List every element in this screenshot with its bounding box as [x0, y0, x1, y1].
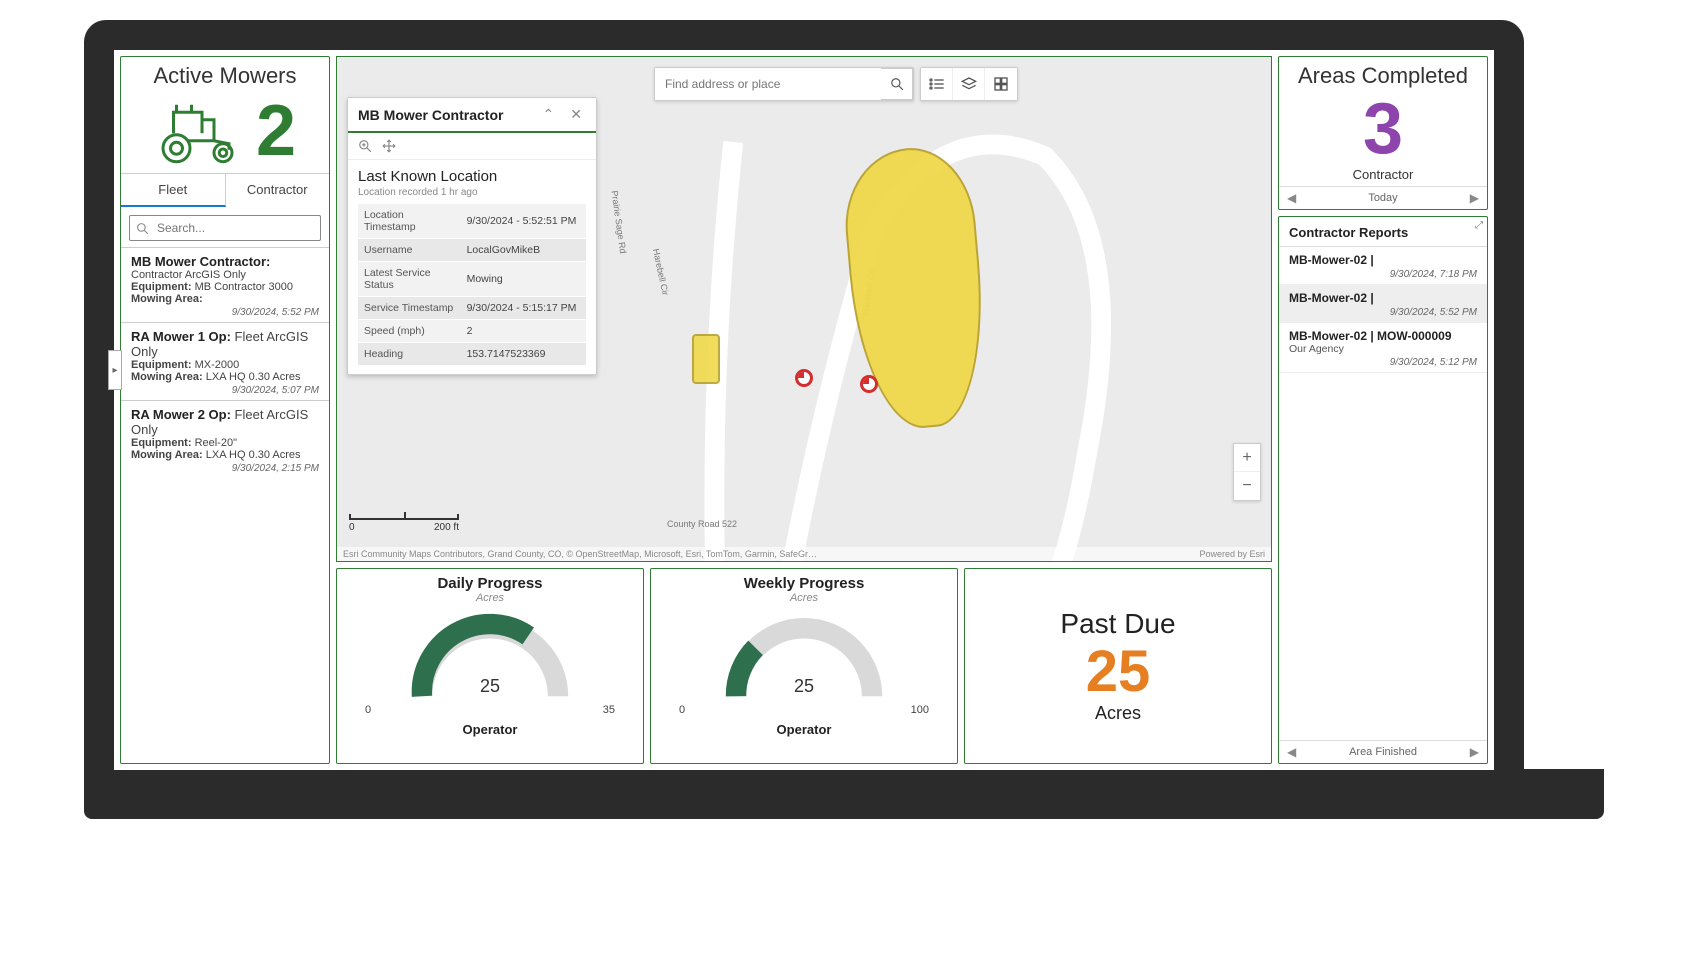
- popup-title: MB Mower Contractor: [358, 107, 531, 123]
- mower-list-item[interactable]: RA Mower 2 Op: Fleet ArcGIS Only Equipme…: [121, 400, 329, 478]
- areas-prev-icon[interactable]: ◀: [1287, 191, 1296, 205]
- expand-icon[interactable]: ⤢: [1470, 216, 1488, 234]
- daily-gauge: 25: [337, 608, 643, 708]
- past-due-panel: Past Due 25 Acres: [964, 568, 1272, 764]
- collapse-icon[interactable]: ⌃: [539, 106, 559, 123]
- reports-title: Contractor Reports: [1279, 217, 1487, 247]
- mower-list-item[interactable]: MB Mower Contractor: Contractor ArcGIS O…: [121, 247, 329, 322]
- popup-section-title: Last Known Location: [358, 168, 586, 185]
- basemap-icon[interactable]: [985, 68, 1017, 100]
- map-tool-group: [920, 67, 1018, 101]
- active-mowers-summary: 2: [121, 91, 329, 173]
- laptop-frame: Active Mowers 2: [84, 20, 1524, 770]
- road-label-county: County Road 522: [667, 519, 737, 529]
- weekly-footer: Operator: [651, 716, 957, 743]
- pan-icon[interactable]: [382, 139, 396, 153]
- side-expand-handle[interactable]: ▸: [108, 350, 122, 390]
- map-search-button[interactable]: [881, 68, 913, 100]
- tab-contractor[interactable]: Contractor: [226, 174, 330, 207]
- tractor-icon: [154, 96, 244, 166]
- active-mowers-count: 2: [256, 95, 296, 167]
- active-mowers-title: Active Mowers: [121, 57, 329, 91]
- weekly-progress-panel: Weekly Progress Acres 25 0100 Operator: [650, 568, 958, 764]
- popup-data-table: Location Timestamp9/30/2024 - 5:52:51 PM…: [358, 204, 586, 366]
- past-due-value: 25: [1086, 640, 1151, 704]
- areas-completed-panel: Areas Completed 3 Contractor ◀ Today ▶: [1278, 56, 1488, 210]
- reports-prev-icon[interactable]: ◀: [1287, 745, 1296, 759]
- daily-title: Daily Progress: [337, 569, 643, 592]
- daily-progress-panel: Daily Progress Acres 25 035 Operator: [336, 568, 644, 764]
- mower-list: MB Mower Contractor: Contractor ArcGIS O…: [121, 247, 329, 478]
- areas-pager-label: Today: [1368, 192, 1397, 204]
- map-attribution: Esri Community Maps Contributors, Grand …: [337, 547, 1271, 561]
- mower-search-input[interactable]: [155, 220, 314, 236]
- map-panel[interactable]: County Road 522 Harebell Cir Harebell Ci…: [336, 56, 1272, 562]
- areas-label: Contractor: [1279, 167, 1487, 187]
- active-mowers-panel: Active Mowers 2: [120, 56, 330, 764]
- zoom-in-button[interactable]: +: [1234, 444, 1260, 472]
- reports-pager-label: Area Finished: [1349, 746, 1417, 758]
- tab-fleet[interactable]: Fleet: [121, 174, 226, 207]
- map-search-input[interactable]: [655, 68, 881, 100]
- tab-row: Fleet Contractor: [121, 173, 329, 207]
- map-popup: MB Mower Contractor ⌃ ✕ Last Known Locat…: [347, 97, 597, 375]
- contractor-reports-panel: ⤢ Contractor Reports MB-Mower-02 | 9/30/…: [1278, 216, 1488, 764]
- zoom-control: + −: [1233, 443, 1261, 501]
- close-icon[interactable]: ✕: [566, 106, 586, 123]
- weekly-title: Weekly Progress: [651, 569, 957, 592]
- daily-unit: Acres: [337, 592, 643, 604]
- gauges-row: Daily Progress Acres 25 035 Operator Wee…: [336, 568, 1272, 764]
- right-column: Areas Completed 3 Contractor ◀ Today ▶ ⤢…: [1278, 56, 1488, 764]
- past-due-title: Past Due: [1060, 608, 1175, 640]
- search-icon: [136, 222, 149, 235]
- weekly-gauge: 25: [651, 608, 957, 708]
- reports-next-icon[interactable]: ▶: [1470, 745, 1479, 759]
- popup-section-sub: Location recorded 1 hr ago: [358, 187, 586, 198]
- past-due-unit: Acres: [1095, 703, 1141, 724]
- map-search[interactable]: [654, 67, 914, 101]
- areas-pager: ◀ Today ▶: [1279, 187, 1487, 209]
- scale-bar: 0200 ft: [349, 514, 459, 533]
- zoom-to-icon[interactable]: [358, 139, 372, 153]
- zoom-out-button[interactable]: −: [1234, 472, 1260, 500]
- areas-next-icon[interactable]: ▶: [1470, 191, 1479, 205]
- reports-pager: ◀ Area Finished ▶: [1279, 740, 1487, 763]
- areas-title: Areas Completed: [1279, 57, 1487, 91]
- mower-list-item[interactable]: RA Mower 1 Op: Fleet ArcGIS Only Equipme…: [121, 322, 329, 400]
- report-item[interactable]: MB-Mower-02 | MOW-000009 Our Agency 9/30…: [1279, 323, 1487, 373]
- report-item[interactable]: MB-Mower-02 | 9/30/2024, 7:18 PM: [1279, 247, 1487, 285]
- layers-icon[interactable]: [953, 68, 985, 100]
- weekly-unit: Acres: [651, 592, 957, 604]
- mowing-area-polygon-small[interactable]: [692, 334, 720, 384]
- laptop-base: [84, 769, 1604, 819]
- daily-value: 25: [337, 676, 643, 697]
- mower-marker-secondary[interactable]: [860, 375, 878, 393]
- mower-search[interactable]: [129, 215, 321, 241]
- map-top-controls: [654, 67, 1018, 101]
- legend-icon[interactable]: [921, 68, 953, 100]
- dashboard-screen: Active Mowers 2: [114, 50, 1494, 770]
- areas-count: 3: [1279, 91, 1487, 167]
- weekly-value: 25: [651, 676, 957, 697]
- center-column: County Road 522 Harebell Cir Harebell Ci…: [336, 56, 1272, 764]
- left-column: Active Mowers 2: [120, 56, 330, 764]
- report-item[interactable]: MB-Mower-02 | 9/30/2024, 5:52 PM: [1279, 285, 1487, 323]
- daily-footer: Operator: [337, 716, 643, 743]
